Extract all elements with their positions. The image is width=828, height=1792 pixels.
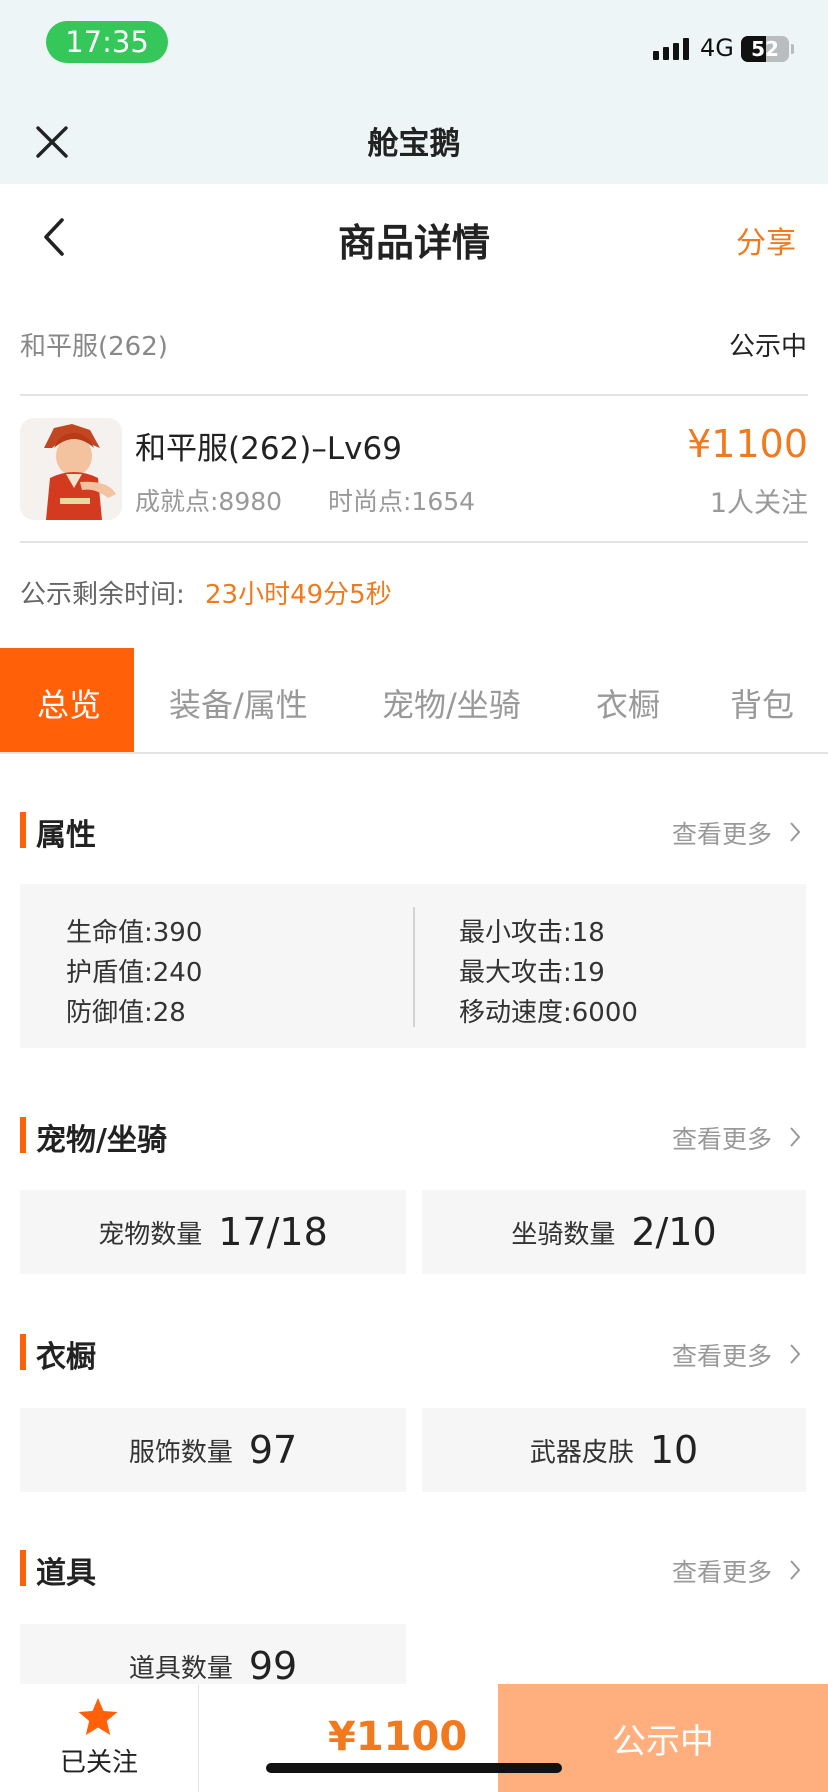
character-avatar[interactable] — [20, 418, 122, 520]
tab-overview[interactable]: 总览 — [37, 680, 101, 726]
weapon-skin-card[interactable]: 武器皮肤 10 — [422, 1408, 806, 1492]
tab-pets-mounts[interactable]: 宠物/坐骑 — [382, 680, 521, 726]
pet-count-value: 17/18 — [218, 1210, 328, 1254]
attribute-defense: 防御值:28 — [66, 998, 186, 1028]
chevron-right-icon[interactable] — [788, 820, 802, 844]
battery-tip — [791, 44, 794, 54]
bottom-divider — [198, 1684, 199, 1792]
tab-equipment-attributes[interactable]: 装备/属性 — [169, 680, 308, 726]
character-portrait — [20, 418, 122, 520]
achievement-points: 成就点:8980 — [135, 487, 283, 516]
server-name: 和平服(262) — [20, 332, 168, 362]
character-name: 和平服(262)–Lv69 — [135, 431, 402, 467]
pet-count-label: 宠物数量 — [98, 1219, 203, 1250]
mount-count-label: 坐骑数量 — [511, 1219, 616, 1250]
section-marker — [20, 812, 26, 848]
attribute-min-attack: 最小攻击:18 — [459, 918, 605, 948]
attribute-max-attack: 最大攻击:19 — [459, 958, 605, 988]
items-more-link[interactable]: 查看更多 — [672, 1553, 772, 1589]
listing-state: 公示中 — [729, 332, 808, 362]
section-title-items: 道具 — [36, 1556, 96, 1591]
network-type: 4G — [700, 34, 734, 62]
tab-wardrobe[interactable]: 衣橱 — [596, 680, 660, 726]
divider — [20, 541, 808, 543]
pet-count-card[interactable]: 宠物数量 17/18 — [20, 1190, 406, 1274]
remaining-time-value: 23小时49分5秒 — [205, 580, 392, 610]
divider — [20, 394, 808, 396]
mount-count-value: 2/10 — [631, 1210, 717, 1254]
wardrobe-more-link[interactable]: 查看更多 — [672, 1337, 772, 1373]
mount-count-card[interactable]: 坐骑数量 2/10 — [422, 1190, 806, 1274]
attributes-more-link[interactable]: 查看更多 — [672, 815, 772, 851]
attributes-divider — [413, 907, 415, 1027]
outfit-count-card[interactable]: 服饰数量 97 — [20, 1408, 406, 1492]
cellular-signal-icon — [653, 36, 689, 60]
tab-divider — [0, 752, 828, 754]
item-count-label: 道具数量 — [128, 1653, 233, 1684]
item-count-value: 99 — [248, 1644, 298, 1688]
outfit-count-label: 服饰数量 — [128, 1437, 233, 1468]
attribute-move-speed: 移动速度:6000 — [459, 998, 638, 1028]
tab-bag[interactable]: 背包 — [730, 680, 794, 726]
outfit-count-value: 97 — [248, 1428, 298, 1472]
pets-more-link[interactable]: 查看更多 — [672, 1120, 772, 1156]
section-title-pets-mounts: 宠物/坐骑 — [36, 1123, 167, 1158]
battery-level: 52 — [751, 37, 779, 61]
section-title-attributes: 属性 — [36, 818, 96, 853]
section-marker — [20, 1550, 26, 1586]
follow-button[interactable]: 已关注 — [60, 1742, 138, 1779]
page-title: 商品详情 — [337, 221, 490, 265]
remaining-time-label: 公示剩余时间: — [20, 580, 185, 610]
section-title-wardrobe: 衣橱 — [36, 1340, 96, 1375]
section-marker — [20, 1334, 26, 1370]
bottom-price: ¥1100 — [328, 1714, 468, 1760]
fashion-points: 时尚点:1654 — [328, 487, 476, 516]
listing-price: ¥1100 — [687, 422, 808, 466]
status-time: 17:35 — [46, 21, 168, 63]
star-icon[interactable] — [76, 1696, 120, 1738]
home-indicator[interactable] — [266, 1763, 562, 1773]
chevron-right-icon[interactable] — [788, 1125, 802, 1149]
status-action-button[interactable]: 公示中 — [498, 1684, 828, 1792]
weapon-skin-value: 10 — [649, 1428, 699, 1472]
chevron-right-icon[interactable] — [788, 1558, 802, 1582]
chevron-right-icon[interactable] — [788, 1342, 802, 1366]
section-marker — [20, 1117, 26, 1153]
app-title: 舱宝鹅 — [367, 126, 461, 162]
attribute-shield: 护盾值:240 — [66, 958, 203, 988]
attribute-hp: 生命值:390 — [66, 918, 203, 948]
watcher-count: 1人关注 — [709, 488, 808, 519]
share-button[interactable]: 分享 — [736, 218, 796, 262]
weapon-skin-label: 武器皮肤 — [529, 1437, 634, 1468]
battery-icon: 52 — [741, 36, 789, 62]
